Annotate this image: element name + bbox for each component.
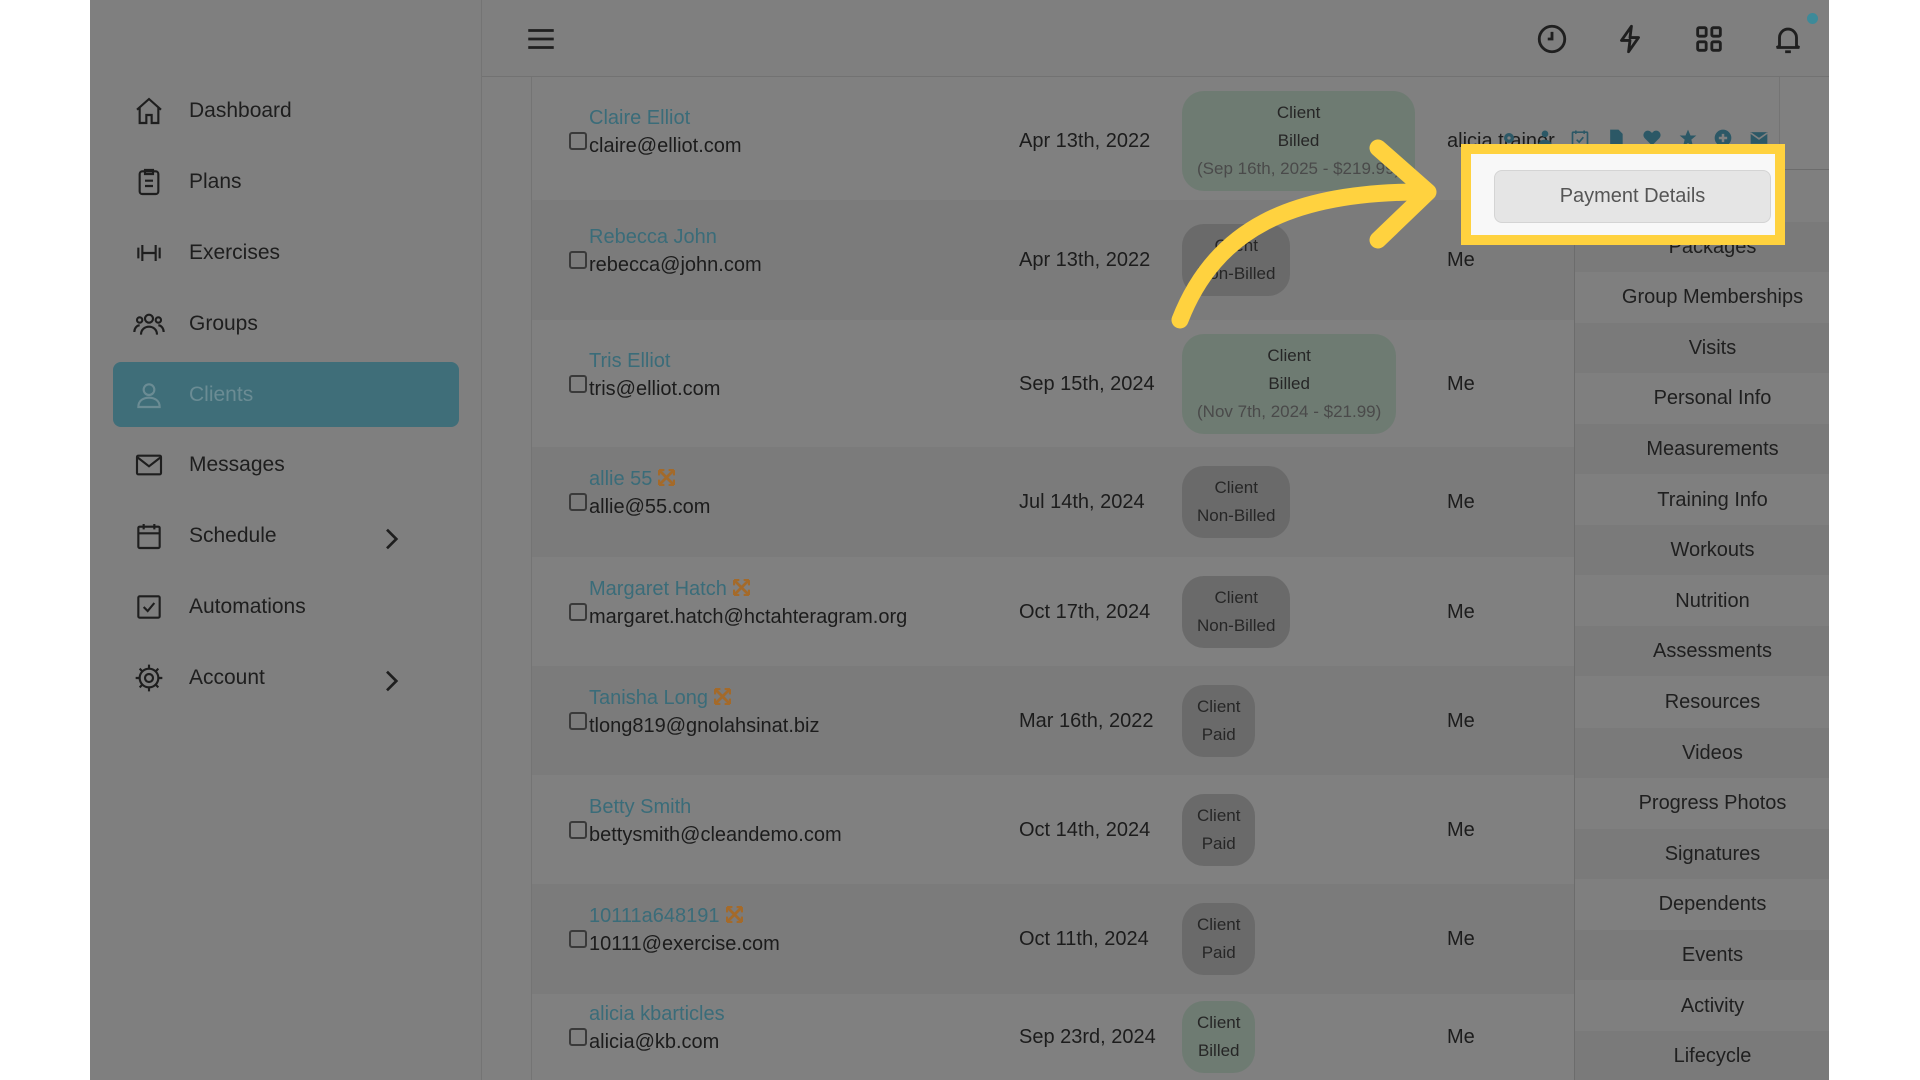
annotation-arrow [1171, 139, 1437, 329]
